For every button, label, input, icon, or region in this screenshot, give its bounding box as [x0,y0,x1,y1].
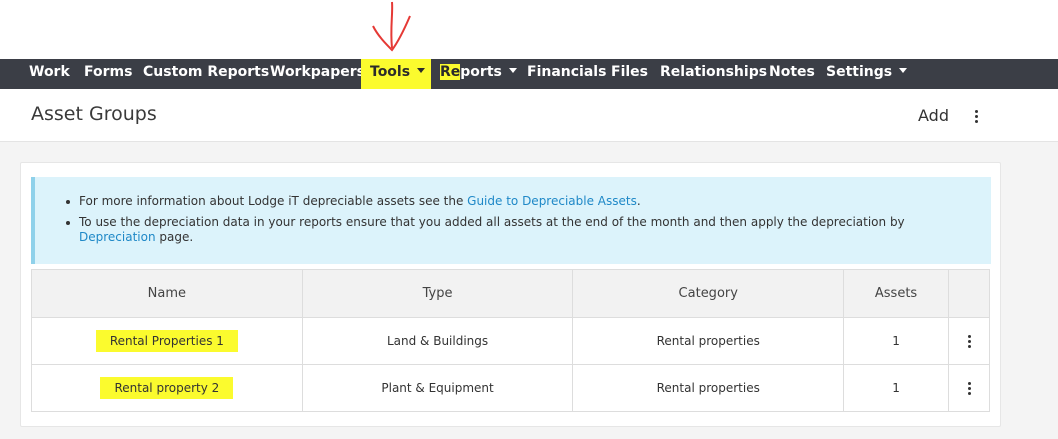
group-name[interactable]: Rental Properties 1 [95,330,238,352]
info-line-guide: For more information about Lodge iT depr… [66,194,979,209]
column-header-category[interactable]: Category [572,269,845,318]
row-more-options-icon[interactable] [961,333,977,349]
nav-notes[interactable]: Notes [769,59,815,89]
table-header-row: Name Type Category Assets [31,269,990,318]
cell-type: Plant & Equipment [301,364,574,412]
info-alert: For more information about Lodge iT depr… [31,177,991,264]
add-button[interactable]: Add [918,106,949,125]
cell-name[interactable]: Rental Properties 1 [31,317,303,365]
table-row[interactable]: Rental Properties 1 Land & Buildings Ren… [31,317,990,365]
info-text: To use the depreciation data in your rep… [79,215,905,229]
depreciation-link[interactable]: Depreciation [79,230,156,244]
nav-custom-reports[interactable]: Custom Reports [143,59,269,89]
cell-actions [948,364,990,412]
nav-reports[interactable]: Reports [440,59,517,89]
nav-settings-label: Settings [826,64,893,80]
nav-forms[interactable]: Forms [84,59,132,89]
nav-settings[interactable]: Settings [826,59,908,89]
cell-category: Rental properties [572,364,845,412]
asset-groups-table: Name Type Category Assets Rental Propert… [31,269,990,412]
column-header-actions [948,269,990,318]
info-text: For more information about Lodge iT depr… [79,194,468,208]
nav-tools-label: Tools [370,64,411,80]
page-title: Asset Groups [31,103,157,125]
nav-reports-suffix: ports [460,64,502,80]
guide-link[interactable]: Guide to Depreciable Assets [467,194,637,208]
info-text-end: page. [155,230,194,244]
group-name[interactable]: Rental property 2 [100,377,234,399]
cell-assets: 1 [843,317,949,365]
cell-name[interactable]: Rental property 2 [31,364,303,412]
column-header-name[interactable]: Name [31,269,303,318]
info-text-end: . [636,194,641,208]
column-header-assets[interactable]: Assets [843,269,949,318]
info-line-depreciation: To use the depreciation data in your rep… [66,215,979,245]
cell-type: Land & Buildings [301,317,574,365]
main-navbar: Work Forms Custom Reports Workpapers Too… [0,59,1058,89]
top-blank-area [0,0,1058,59]
page-header: Asset Groups Add [0,89,1058,142]
nav-reports-highlighted-prefix: Re [440,64,461,80]
nav-files[interactable]: Files [611,59,648,89]
caret-down-icon [899,68,908,73]
nav-relationships[interactable]: Relationships [660,59,767,89]
nav-tools[interactable]: Tools [361,59,431,89]
red-arrow-annotation [372,1,411,52]
cell-assets: 1 [843,364,949,412]
column-header-type[interactable]: Type [301,269,574,318]
row-more-options-icon[interactable] [961,380,977,396]
more-options-icon[interactable] [968,106,984,126]
caret-down-icon [508,68,517,73]
table-row[interactable]: Rental property 2 Plant & Equipment Rent… [31,364,990,412]
cell-actions [948,317,990,365]
nav-financials[interactable]: Financials [527,59,606,89]
nav-workpapers[interactable]: Workpapers [270,59,365,89]
nav-work[interactable]: Work [29,59,70,89]
caret-down-icon [417,68,426,73]
cell-category: Rental properties [572,317,845,365]
